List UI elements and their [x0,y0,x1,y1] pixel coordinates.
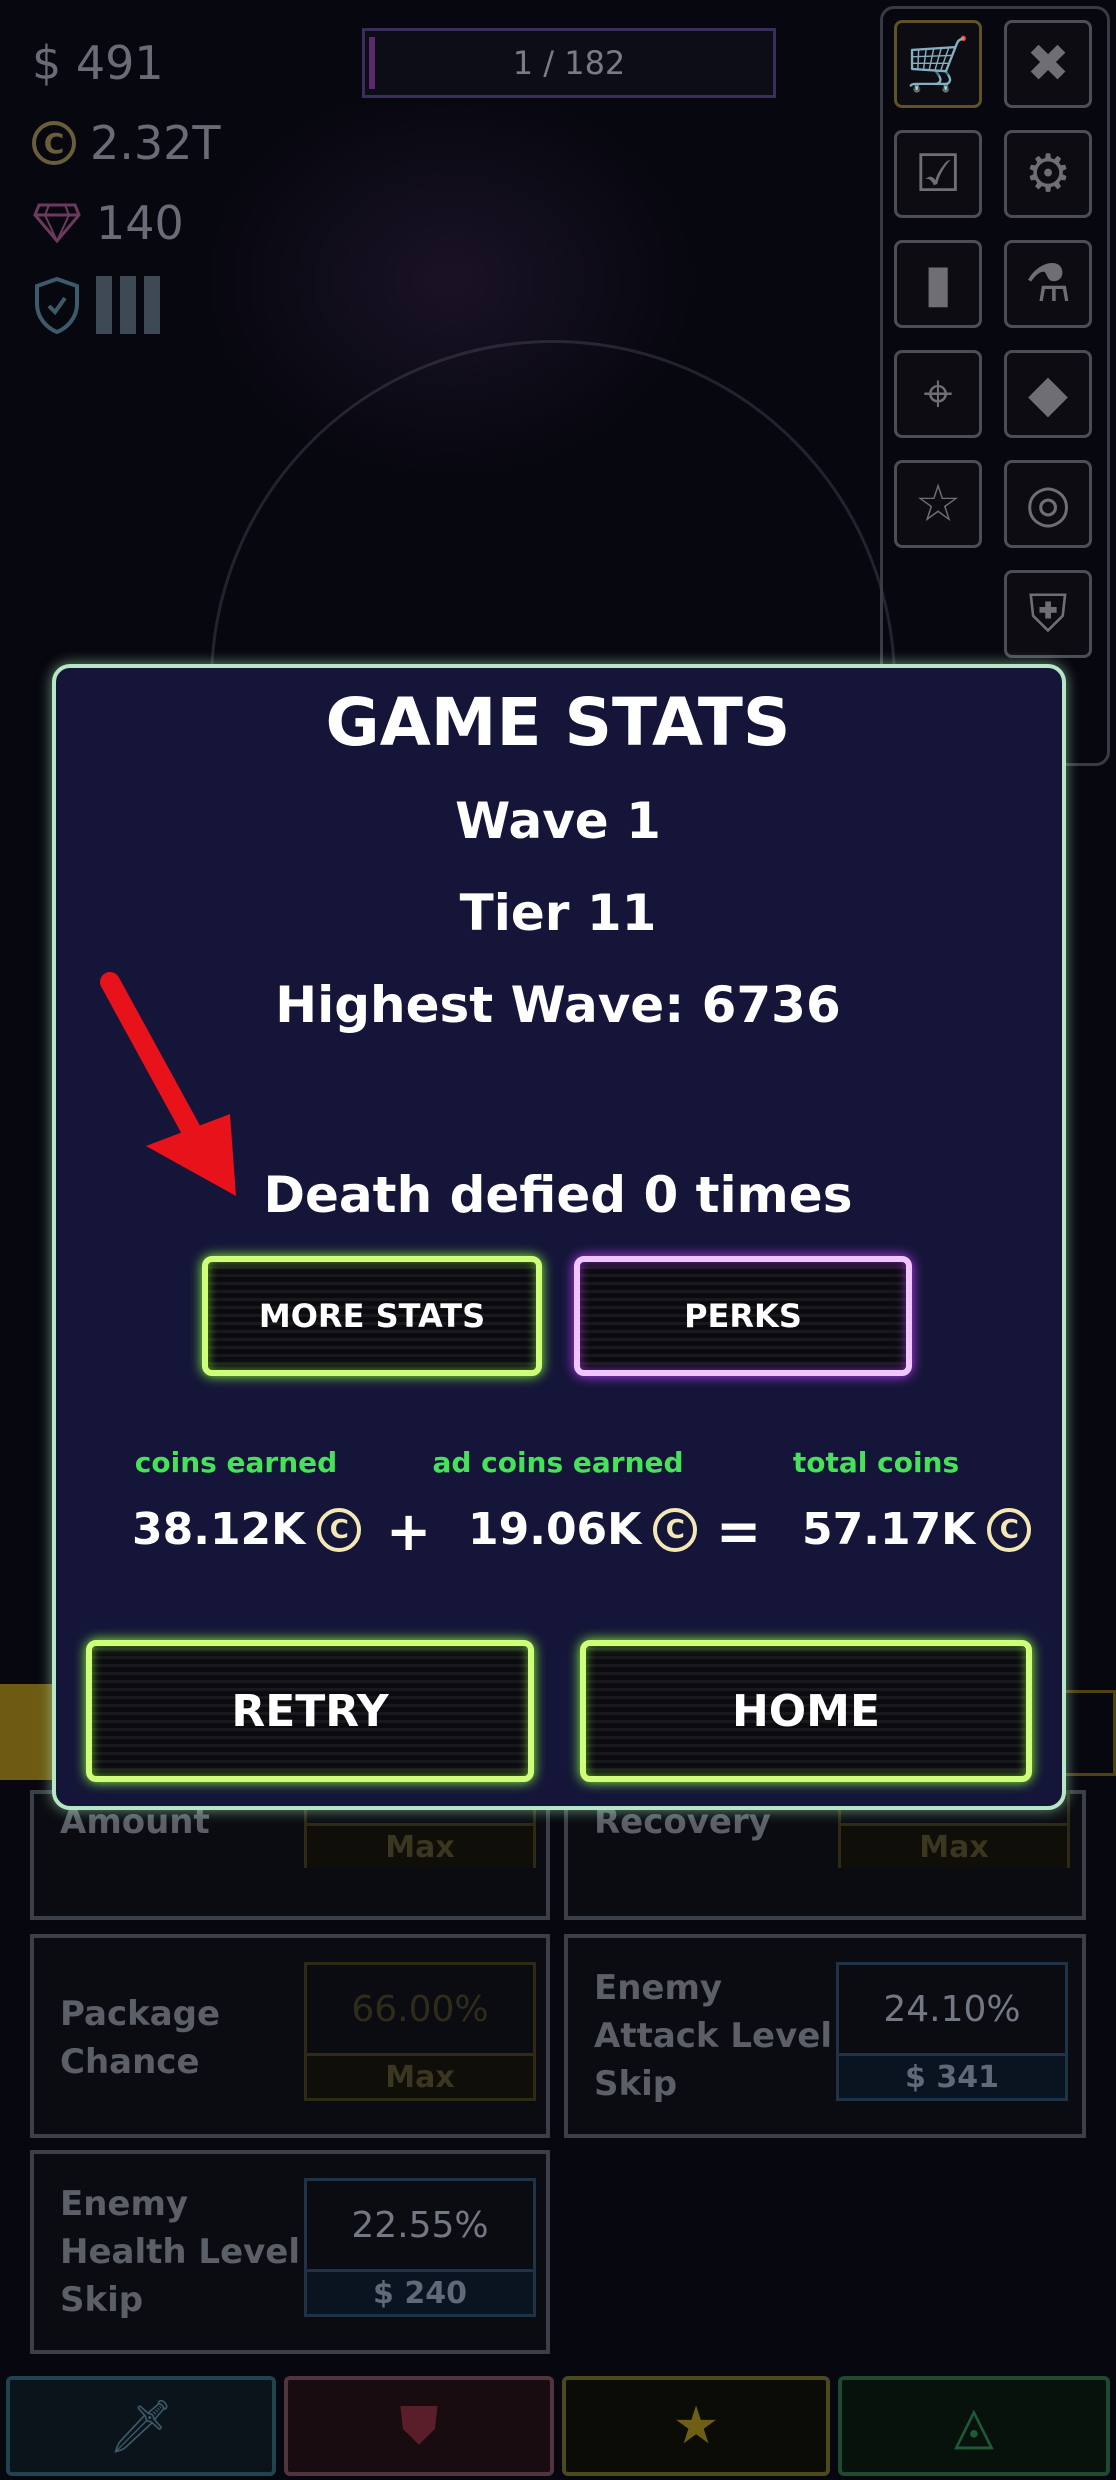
ad-coins-earned-label: ad coins earned [432,1446,684,1479]
cart-icon[interactable]: 🛒 [894,20,982,108]
wave-progress-bar: 1 / 182 [362,28,776,98]
coins-value: 2.32T [90,116,221,170]
cash-display: $ 491 [32,36,164,90]
checklist-icon[interactable]: ☑ [894,130,982,218]
dialog-title: GAME STATS [325,684,791,761]
upgrade-value: 24.10% [883,1988,1021,2030]
card-icon[interactable]: ▮ [894,240,982,328]
sword-icon: 🗡 [107,2396,174,2457]
upgrade-card-enemy-attack-level-skip[interactable]: Enemy Attack Level Skip 24.10% $ 341 [564,1934,1086,2138]
gems-display: 140 [32,196,184,250]
close-icon[interactable]: ✖ [1004,20,1092,108]
upgrade-cost[interactable]: $ 341 [839,2053,1065,2098]
upgrade-cost: Max [841,1823,1067,1868]
coins-earned-value: 38.12K C [132,1504,362,1555]
cash-value: $ 491 [32,36,164,90]
total-coins-label: total coins [792,1446,960,1479]
radar-icon[interactable]: ◎ [1004,460,1092,548]
upgrade-value-box: 24.10% $ 341 [836,1962,1068,2101]
upgrade-card-enemy-health-level-skip[interactable]: Enemy Health Level Skip 22.55% $ 240 [30,2150,550,2354]
coins-display: C 2.32T [32,116,221,170]
upgrade-cost: Max [307,1823,533,1868]
total-coins-number: 57.17K [802,1504,976,1555]
tier-label: Tier 11 [459,884,657,942]
total-coins-value: 57.17K C [802,1504,1032,1555]
wave-progress-text: 1 / 182 [512,44,626,82]
ad-coins-earned-number: 19.06K [468,1504,642,1555]
star-tab-icon: ★ [672,2396,720,2456]
health-bars-icon [96,276,160,334]
target-icon[interactable]: ⌖ [894,350,982,438]
wave-label: Wave 1 [455,792,661,850]
home-label: HOME [731,1685,881,1737]
home-button[interactable]: HOME [580,1640,1032,1782]
more-stats-button[interactable]: MORE STATS [202,1256,542,1376]
ad-coins-earned-value: 19.06K C [468,1504,698,1555]
banner-icon[interactable]: ⛨ [1004,570,1092,658]
upgrade-value: 22.55% [351,2204,489,2246]
annotation-arrow-icon [100,972,236,1196]
shield-icon [32,276,82,334]
gem-icon [32,198,82,248]
perks-label: PERKS [684,1297,802,1335]
upgrade-cost: Max [307,2053,533,2098]
gems-value: 140 [96,196,184,250]
eye-triangle-icon: ◬ [954,2396,994,2456]
upgrade-value-box: 22.55% $ 240 [304,2178,536,2317]
equals-sign: = [716,1500,762,1563]
retry-button[interactable]: RETRY [86,1640,534,1782]
coin-icon: C [317,1507,362,1552]
diamond-icon[interactable]: ◆ [1004,350,1092,438]
flask-icon[interactable]: ⚗ [1004,240,1092,328]
tab-utility[interactable]: ★ [562,2376,830,2476]
more-stats-label: MORE STATS [258,1297,486,1335]
gear-icon[interactable]: ⚙ [1004,130,1092,218]
upgrade-name: Package Chance [60,1994,221,2082]
shield-status [32,276,160,334]
upgrade-card-package-chance[interactable]: Package Chance 66.00% Max [30,1934,550,2138]
tab-defense[interactable]: ⛊ [284,2376,554,2476]
coin-icon: C [653,1507,698,1552]
upgrade-value: 66.00% [351,1988,489,2030]
upgrade-name: Enemy Attack Level Skip [594,1968,832,2104]
tab-attack[interactable]: 🗡 [6,2376,276,2476]
plus-sign: + [386,1500,432,1563]
star-icon[interactable]: ☆ [894,460,982,548]
tab-ultimate[interactable]: ◬ [838,2376,1110,2476]
coins-earned-number: 38.12K [132,1504,306,1555]
coin-icon: C [32,121,76,165]
perks-button[interactable]: PERKS [574,1256,912,1376]
retry-label: RETRY [231,1685,389,1737]
wave-progress-fill [369,37,375,89]
upgrade-name: Enemy Health Level Skip [60,2184,301,2320]
coins-earned-label: coins earned [134,1446,338,1479]
coin-icon: C [987,1507,1032,1552]
upgrade-cost[interactable]: $ 240 [307,2269,533,2314]
upgrade-category-strip-right [1060,1690,1116,1776]
shield-tab-icon: ⛊ [399,2395,439,2456]
upgrade-value-box: 66.00% Max [304,1962,536,2101]
